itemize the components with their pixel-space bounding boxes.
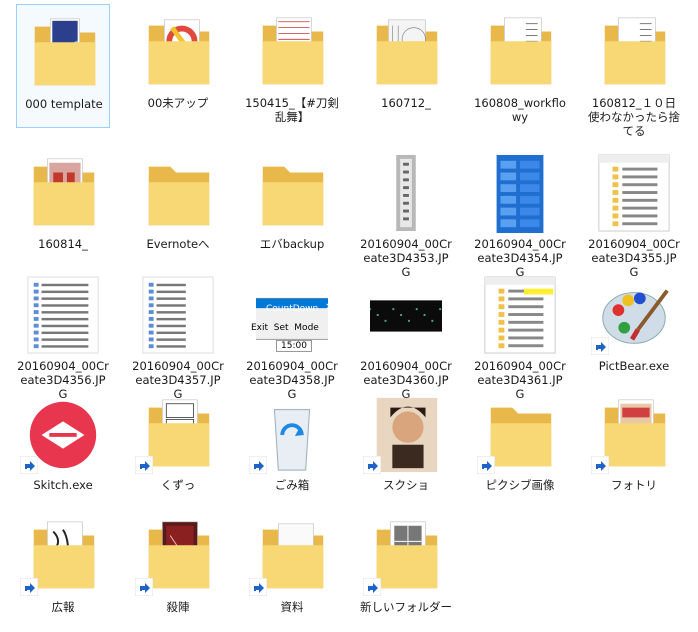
file-item[interactable]: 20160904_00Create3D4357.JPG bbox=[131, 267, 225, 401]
file-label: 160812_１０日使わなかったら捨てる bbox=[588, 96, 680, 138]
folder-icon bbox=[490, 17, 552, 85]
file-item[interactable]: くずっ bbox=[131, 386, 225, 510]
file-item[interactable]: 20160904_00Create3D4358.JPG bbox=[245, 267, 339, 401]
file-label: くずっ bbox=[160, 478, 196, 492]
folder-icon bbox=[376, 19, 438, 85]
file-item[interactable]: 00未アップ bbox=[131, 4, 225, 128]
file-item[interactable]: ごみ箱 bbox=[245, 386, 339, 510]
file-label: 000 template bbox=[25, 97, 103, 111]
file-label: 160814_ bbox=[38, 237, 88, 251]
file-item[interactable]: 160814_ bbox=[16, 145, 110, 269]
shortcut-arrow-icon bbox=[135, 578, 153, 596]
file-label: 広報 bbox=[51, 600, 75, 614]
file-item[interactable]: 広報 bbox=[16, 508, 110, 632]
file-item[interactable]: 20160904_00Create3D4356.JPG bbox=[16, 267, 110, 401]
file-label: エバbackup bbox=[259, 237, 325, 251]
file-label: 00未アップ bbox=[147, 96, 209, 110]
file-item[interactable]: 20160904_00Create3D4353.JPG bbox=[359, 145, 453, 279]
file-label: フォトリ bbox=[611, 478, 657, 492]
file-label: ごみ箱 bbox=[274, 478, 310, 492]
file-item[interactable]: 20160904_00Create3D4361.JPG bbox=[473, 267, 567, 401]
file-grid: 000 template 00未アップ 150415_【#刀剣乱舞】 160712_ 1… bbox=[0, 0, 698, 628]
folder-icon bbox=[604, 17, 666, 85]
file-item[interactable]: 150415_【#刀剣乱舞】 bbox=[245, 4, 339, 128]
file-label: 資料 bbox=[280, 600, 304, 614]
image-thumbnail bbox=[496, 154, 544, 233]
file-item[interactable]: 160712_ bbox=[359, 4, 453, 128]
file-item[interactable]: スクショ bbox=[359, 386, 453, 510]
image-thumbnail bbox=[598, 154, 670, 232]
file-label: 殺陣 bbox=[166, 600, 190, 614]
file-label: Skitch.exe bbox=[33, 478, 93, 492]
file-item[interactable]: 20160904_00Create3D4360.JPG bbox=[359, 267, 453, 401]
file-item[interactable]: 20160904_00Create3D4355.JPG bbox=[587, 145, 681, 279]
file-item[interactable]: ピクシブ画像 bbox=[473, 386, 567, 510]
file-label: 160808_workflowy bbox=[474, 96, 566, 124]
folder-icon bbox=[33, 158, 95, 226]
image-thumbnail bbox=[484, 276, 556, 354]
shortcut-arrow-icon bbox=[20, 578, 38, 596]
file-label: Evernoteへ bbox=[146, 237, 210, 251]
folder-icon bbox=[148, 19, 210, 85]
file-item[interactable]: Evernoteへ bbox=[131, 145, 225, 269]
file-item[interactable]: PictBear.exe bbox=[587, 267, 681, 391]
shortcut-arrow-icon bbox=[249, 456, 267, 474]
file-label: 150415_【#刀剣乱舞】 bbox=[245, 96, 339, 124]
file-label: 新しいフォルダー bbox=[360, 600, 452, 614]
shortcut-arrow-icon bbox=[363, 578, 381, 596]
image-thumbnail bbox=[142, 276, 214, 354]
shortcut-arrow-icon bbox=[363, 456, 381, 474]
shortcut-arrow-icon bbox=[135, 456, 153, 474]
shortcut-arrow-icon bbox=[591, 337, 609, 355]
image-thumbnail bbox=[370, 300, 442, 332]
file-label: スクショ bbox=[383, 478, 429, 492]
file-label: ピクシブ画像 bbox=[485, 478, 555, 492]
file-item[interactable]: フォトリ bbox=[587, 386, 681, 510]
file-item[interactable]: 000 template bbox=[16, 4, 110, 128]
folder-icon bbox=[262, 17, 324, 85]
file-item[interactable]: 160812_１０日使わなかったら捨てる bbox=[587, 4, 681, 138]
file-item[interactable]: 20160904_00Create3D4354.JPG bbox=[473, 145, 567, 279]
file-item[interactable]: Skitch.exe bbox=[16, 386, 110, 510]
file-item[interactable]: 殺陣 bbox=[131, 508, 225, 632]
shortcut-arrow-icon bbox=[477, 456, 495, 474]
image-thumbnail bbox=[396, 154, 416, 232]
file-item[interactable]: 160808_workflowy bbox=[473, 4, 567, 128]
folder-icon bbox=[262, 166, 324, 226]
shortcut-arrow-icon bbox=[249, 578, 267, 596]
file-label: 160712_ bbox=[381, 96, 431, 110]
shortcut-arrow-icon bbox=[591, 456, 609, 474]
folder-icon bbox=[34, 18, 96, 86]
shortcut-arrow-icon bbox=[20, 456, 38, 474]
image-thumbnail bbox=[27, 276, 99, 354]
image-thumbnail bbox=[256, 297, 328, 340]
file-item[interactable]: 新しいフォルダー bbox=[359, 508, 453, 632]
folder-icon bbox=[148, 166, 210, 226]
file-item[interactable]: 資料 bbox=[245, 508, 339, 632]
file-label: PictBear.exe bbox=[598, 359, 670, 373]
file-item[interactable]: エバbackup bbox=[245, 145, 339, 269]
